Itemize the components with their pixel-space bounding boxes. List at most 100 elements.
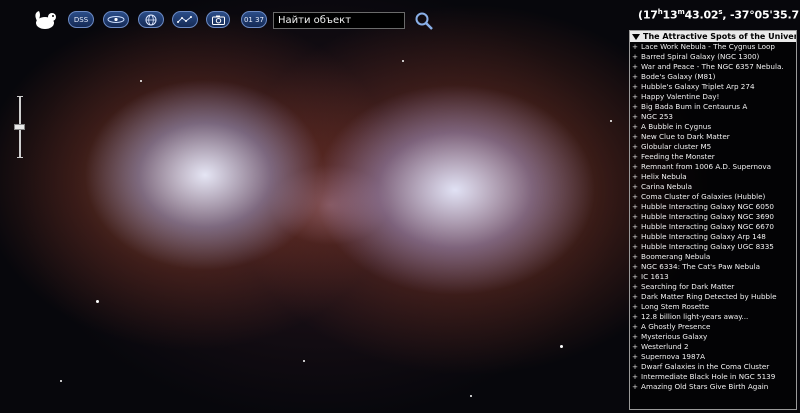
plus-bullet-icon: +	[632, 302, 639, 311]
galaxy-button[interactable]	[103, 11, 129, 28]
zoom-slider-thumb[interactable]	[14, 124, 25, 130]
spot-list-item[interactable]: + Amazing Old Stars Give Birth Again	[630, 382, 796, 392]
dss-survey-button[interactable]: DSS	[68, 11, 94, 28]
spot-list-item[interactable]: + Helix Nebula	[630, 172, 796, 182]
spot-label: Hubble Interacting Galaxy NGC 6670	[641, 222, 774, 231]
spot-list-item[interactable]: + Hubble's Galaxy Triplet Arp 274	[630, 82, 796, 92]
spot-label: Bode's Galaxy (M81)	[641, 72, 716, 81]
spot-list-item[interactable]: + Hubble Interacting Galaxy NGC 3690	[630, 212, 796, 222]
globe-grid-button[interactable]	[138, 11, 164, 28]
spot-list-item[interactable]: + Barred Spiral Galaxy (NGC 1300)	[630, 52, 796, 62]
star	[60, 380, 62, 382]
plus-bullet-icon: +	[632, 242, 639, 251]
search-input[interactable]	[273, 12, 405, 29]
spot-label: Hubble Interacting Galaxy NGC 6050	[641, 202, 774, 211]
spot-list-item[interactable]: + Dwarf Galaxies in the Coma Cluster	[630, 362, 796, 372]
plus-bullet-icon: +	[632, 72, 639, 81]
plus-bullet-icon: +	[632, 342, 639, 351]
spot-list-item[interactable]: + A Bubble in Cygnus	[630, 122, 796, 132]
attractive-spots-panel: The Attractive Spots of the Universe + La…	[629, 30, 797, 410]
plus-bullet-icon: +	[632, 272, 639, 281]
ra-hours: 17	[642, 8, 658, 22]
spot-list-item[interactable]: + Globular cluster M5	[630, 142, 796, 152]
plus-bullet-icon: +	[632, 252, 639, 261]
spot-list-item[interactable]: + Bode's Galaxy (M81)	[630, 72, 796, 82]
plus-bullet-icon: +	[632, 282, 639, 291]
plus-bullet-icon: +	[632, 382, 639, 391]
spot-list-item[interactable]: + Intermediate Black Hole in NGC 5139	[630, 372, 796, 382]
spot-list-item[interactable]: + Dark Matter Ring Detected by Hubble	[630, 292, 796, 302]
spot-list-item[interactable]: + Hubble Interacting Galaxy Arp 148	[630, 232, 796, 242]
plus-bullet-icon: +	[632, 132, 639, 141]
magnifier-icon[interactable]	[414, 11, 434, 31]
spot-list-item[interactable]: + Hubble Interacting Galaxy NGC 6050	[630, 202, 796, 212]
squirrel-logo-icon[interactable]	[33, 9, 59, 31]
spot-label: Barred Spiral Galaxy (NGC 1300)	[641, 52, 760, 61]
spot-label: Hubble's Galaxy Triplet Arp 274	[641, 82, 755, 91]
plus-bullet-icon: +	[632, 172, 639, 181]
spot-label: Westerlund 2	[641, 342, 689, 351]
spot-label: War and Peace - The NGC 6357 Nebula.	[641, 62, 784, 71]
zoom-slider-tick	[17, 157, 23, 158]
spot-label: Feeding the Monster	[641, 152, 715, 161]
spot-list-item[interactable]: + Westerlund 2	[630, 342, 796, 352]
time-button[interactable]: 01 37	[241, 11, 267, 28]
spot-list-item[interactable]: + Remnant from 1006 A.D. Supernova	[630, 162, 796, 172]
constellation-button[interactable]	[172, 11, 198, 28]
ra-minutes-unit: m	[677, 8, 685, 16]
spot-list-item[interactable]: + Feeding the Monster	[630, 152, 796, 162]
spot-label: IC 1613	[641, 272, 669, 281]
spot-list-item[interactable]: + Coma Cluster of Galaxies (Hubble)	[630, 192, 796, 202]
plus-bullet-icon: +	[632, 162, 639, 171]
spot-list-item[interactable]: + New Clue to Dark Matter	[630, 132, 796, 142]
plus-bullet-icon: +	[632, 142, 639, 151]
spot-list-item[interactable]: + Lace Work Nebula - The Cygnus Loop	[630, 42, 796, 52]
collapse-triangle-icon[interactable]	[632, 33, 640, 40]
spot-label: 12.8 billion light-years away...	[641, 312, 749, 321]
panel-header[interactable]: The Attractive Spots of the Universe	[630, 31, 796, 42]
star	[96, 300, 99, 303]
star	[140, 80, 142, 82]
spots-list: + Lace Work Nebula - The Cygnus Loop + Barr…	[630, 42, 796, 392]
spot-label: NGC 6334: The Cat's Paw Nebula	[641, 262, 761, 271]
plus-bullet-icon: +	[632, 372, 639, 381]
plus-bullet-icon: +	[632, 352, 639, 361]
spot-list-item[interactable]: +12.8 billion light-years away...	[630, 312, 796, 322]
declination: -37°05'35.7''	[729, 8, 800, 22]
spot-label: Intermediate Black Hole in NGC 5139	[641, 372, 776, 381]
spot-list-item[interactable]: + War and Peace - The NGC 6357 Nebula.	[630, 62, 796, 72]
spot-list-item[interactable]: + Boomerang Nebula	[630, 252, 796, 262]
spot-list-item[interactable]: + Supernova 1987A	[630, 352, 796, 362]
spot-list-item[interactable]: + Hubble Interacting Galaxy NGC 6670	[630, 222, 796, 232]
spot-list-item[interactable]: + Carina Nebula	[630, 182, 796, 192]
star	[402, 60, 404, 62]
spot-list-item[interactable]: + IC 1613	[630, 272, 796, 282]
ra-seconds: 43.02	[684, 8, 719, 22]
spot-list-item[interactable]: + NGC 6334: The Cat's Paw Nebula	[630, 262, 796, 272]
plus-bullet-icon: +	[632, 52, 639, 61]
plus-bullet-icon: +	[632, 312, 639, 321]
spot-label: Happy Valentine Day!	[641, 92, 720, 101]
constellation-icon	[177, 16, 192, 23]
spot-list-item[interactable]: + Big Bada Bum in Centaurus A	[630, 102, 796, 112]
spot-list-item[interactable]: + Happy Valentine Day!	[630, 92, 796, 102]
plus-bullet-icon: +	[632, 322, 639, 331]
plus-bullet-icon: +	[632, 212, 639, 221]
spot-label: NGC 253	[641, 112, 673, 121]
plus-bullet-icon: +	[632, 182, 639, 191]
spot-list-item[interactable]: + Mysterious Galaxy	[630, 332, 796, 342]
coordinates-readout: (17h13m43.02s, -37°05'35.7'')	[638, 8, 800, 22]
spot-label: Dark Matter Ring Detected by Hubble	[641, 292, 777, 301]
plus-bullet-icon: +	[632, 222, 639, 231]
spot-list-item[interactable]: + Searching for Dark Matter	[630, 282, 796, 292]
spot-list-item[interactable]: + Hubble Interacting Galaxy UGC 8335	[630, 242, 796, 252]
spot-label: Coma Cluster of Galaxies (Hubble)	[641, 192, 766, 201]
spot-list-item[interactable]: + NGC 253	[630, 112, 796, 122]
spot-list-item[interactable]: + A Ghostly Presence	[630, 322, 796, 332]
camera-button[interactable]	[206, 11, 230, 28]
plus-bullet-icon: +	[632, 262, 639, 271]
star	[470, 395, 472, 397]
spot-label: Carina Nebula	[641, 182, 692, 191]
star	[303, 360, 305, 362]
spot-list-item[interactable]: + Long Stem Rosette	[630, 302, 796, 312]
